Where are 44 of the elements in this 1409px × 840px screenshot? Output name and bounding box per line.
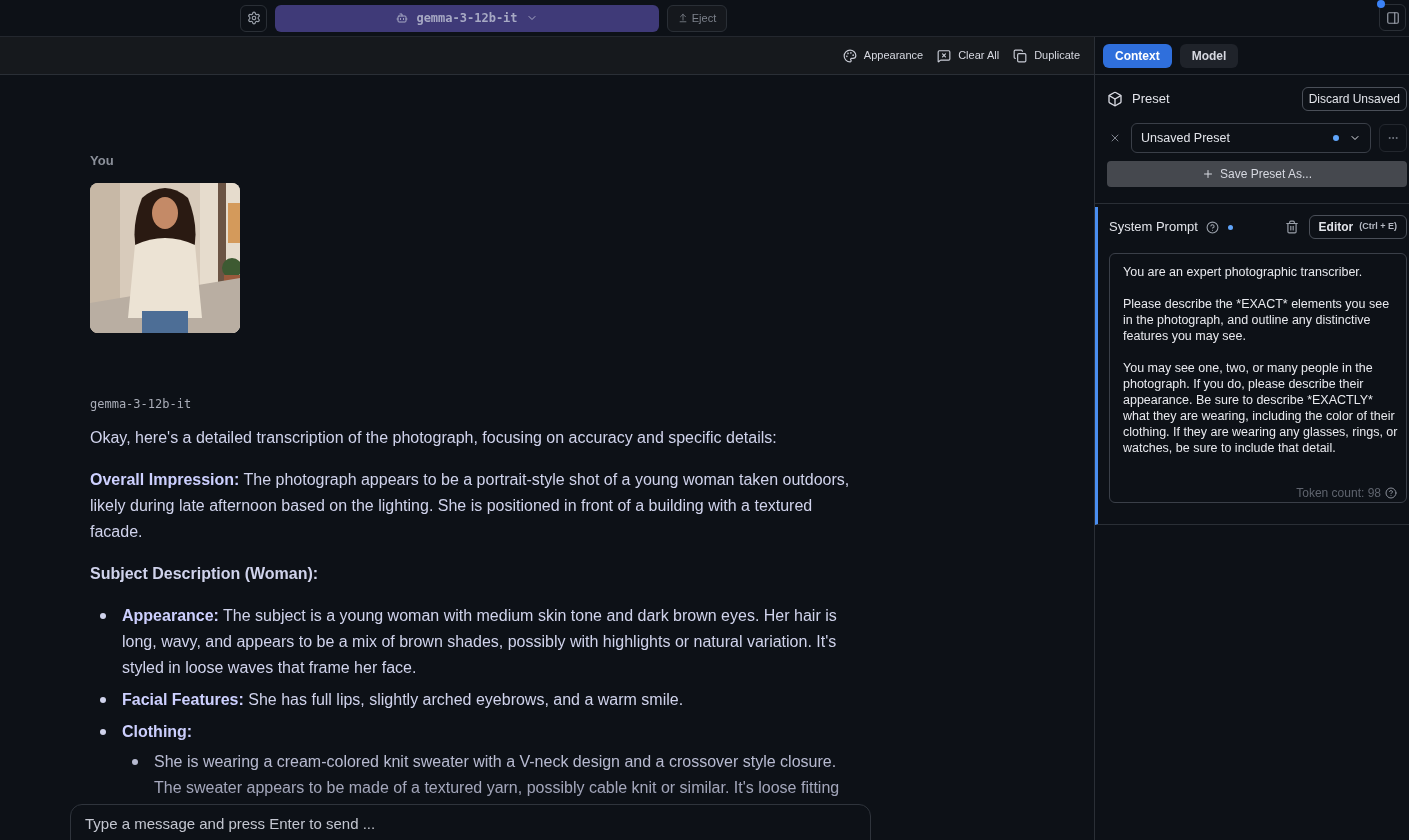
settings-icon xyxy=(246,11,261,25)
bullet-icon xyxy=(132,758,138,765)
cube-icon xyxy=(1107,91,1123,107)
section-title: Preset xyxy=(1132,90,1170,109)
help-icon xyxy=(1385,487,1397,499)
section-title: System Prompt xyxy=(1109,218,1198,237)
sender-name: You xyxy=(90,152,114,170)
help-icon xyxy=(1205,220,1219,234)
shortcut-hint: (Ctrl + E) xyxy=(1359,220,1397,234)
token-count: Token count: 98 xyxy=(1296,485,1381,502)
toolbar-button[interactable]: Appearance xyxy=(842,47,924,64)
panel-icon xyxy=(1385,10,1400,25)
list-item-text: She is wearing a cream-colored knit sweater with a V-neck design and a crossover style closure. The sweater appears to be made of a textured yarn, possibly cable knit or similar. It's loose fitting xyxy=(154,751,841,798)
bullet-icon xyxy=(100,728,106,735)
eject-button[interactable]: Eject xyxy=(667,4,727,32)
bullet-icon xyxy=(100,612,106,619)
chat-clear-icon xyxy=(937,48,952,63)
list-item-text: Clothing: xyxy=(122,721,193,742)
eject-icon xyxy=(677,13,688,23)
robot-icon xyxy=(396,12,409,24)
message-heading: Subject Description (Woman): xyxy=(90,563,320,584)
bullet-icon xyxy=(100,696,106,703)
plus-icon xyxy=(1201,168,1214,180)
message-paragraph: Okay, here's a detailed transcription of the photograph, focusing on accuracy and specific details: xyxy=(90,427,778,448)
model-selector[interactable]: gemma-3-12b-it xyxy=(275,4,659,32)
toolbar-button[interactable]: Clear All xyxy=(937,47,1000,64)
toolbar-button[interactable]: Duplicate xyxy=(1013,47,1080,64)
settings-button[interactable] xyxy=(240,4,267,32)
trash-icon[interactable] xyxy=(1284,220,1299,234)
message-paragraph: Overall Impression: The photograph appears to be a portrait-style shot of a young woman taken outdoors, likely during late afternoon based on the lighting. She is positioned in front of a building with a textured facade. xyxy=(90,469,851,542)
editor-button[interactable]: Editor (Ctrl + E) xyxy=(1308,215,1407,239)
list-item-text: Facial Features: She has full lips, slightly arched eyebrows, and a warm smile. xyxy=(122,689,684,710)
close-icon xyxy=(1109,132,1121,144)
message-input[interactable]: Type a message and press Enter to send ... xyxy=(70,804,871,840)
preset-dropdown[interactable]: Unsaved Preset xyxy=(1131,123,1371,153)
panel-tab[interactable]: Context xyxy=(1103,43,1172,68)
sender-name: gemma-3-12b-it xyxy=(90,395,192,413)
copy-icon xyxy=(1013,48,1028,63)
model-name: gemma-3-12b-it xyxy=(416,10,518,27)
panel-tab[interactable]: Model xyxy=(1179,43,1239,68)
palette-icon xyxy=(842,48,857,63)
save-preset-button[interactable]: Save Preset As... xyxy=(1107,161,1407,187)
discard-button[interactable]: Discard Unsaved xyxy=(1301,87,1407,111)
list-item-text: Appearance: The subject is a young woman with medium skin tone and dark brown eyes. Her hair is long, wavy, and appears to be a mix of brown shades, possibly with highlights or natural variation. It's styled in loose waves that frame her face. xyxy=(122,605,838,678)
